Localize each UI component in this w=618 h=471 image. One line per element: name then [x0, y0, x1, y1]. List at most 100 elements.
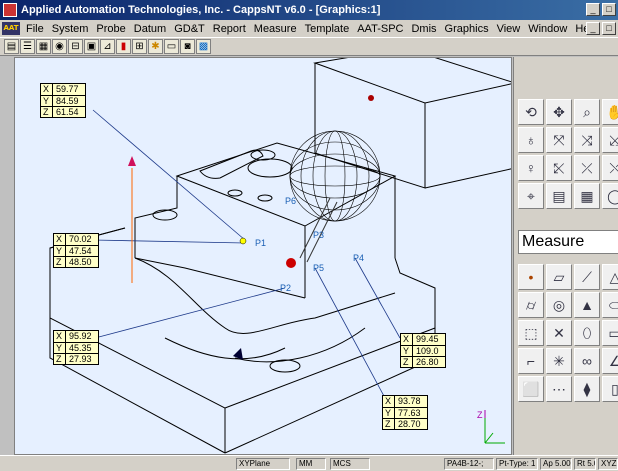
maximize-button[interactable]: □ [602, 3, 616, 16]
circle-feature-icon[interactable]: ◎ [546, 292, 572, 318]
pan-icon[interactable]: ✥ [546, 99, 572, 125]
menu-dmis[interactable]: Dmis [407, 23, 440, 35]
minimize-button[interactable]: _ [586, 3, 600, 16]
menu-gdt[interactable]: GD&T [170, 23, 209, 35]
coord-value: 109.0 [416, 346, 439, 356]
window-icon[interactable]: ▣ [84, 39, 99, 54]
capps-icon[interactable]: ▤ [546, 183, 572, 209]
rect-icon[interactable]: ▭ [602, 320, 618, 346]
menu-view[interactable]: View [493, 23, 525, 35]
probe-up-icon[interactable]: ♁ [518, 127, 544, 153]
slot-icon[interactable]: ⬭ [602, 292, 618, 318]
list-icon[interactable]: ☰ [20, 39, 35, 54]
axis-y-icon[interactable]: ⤨ [574, 127, 600, 153]
coord-value: 99.45 [416, 334, 439, 344]
menu-window[interactable]: Window [524, 23, 571, 35]
mdi-minimize-button[interactable]: _ [586, 22, 600, 35]
axis-x-icon[interactable]: ⤧ [546, 127, 572, 153]
axis-zn-icon[interactable]: ⤬ [602, 155, 618, 181]
status-bar: XYPlane MM MCS PA4B-12-; Pt-Type: 1 Ap 5… [0, 455, 618, 471]
status-retract[interactable]: Rt 5.00 [574, 458, 596, 470]
axis-yn-icon[interactable]: ⤫ [574, 155, 600, 181]
menu-template[interactable]: Template [301, 23, 354, 35]
status-point-type[interactable]: Pt-Type: 1 [496, 458, 538, 470]
status-plane[interactable]: XYPlane [236, 458, 290, 470]
window-title: Applied Automation Technologies, Inc. - … [21, 4, 381, 16]
cone-icon[interactable]: △ [602, 264, 618, 290]
measure-mode-field[interactable]: Measure [518, 230, 618, 254]
rotate-icon[interactable]: ⟲ [518, 99, 544, 125]
ellipse-icon[interactable]: ⬯ [574, 320, 600, 346]
grid-icon[interactable]: ▦ [36, 39, 51, 54]
app-icon [3, 3, 17, 17]
chart-icon[interactable]: ⊿ [100, 39, 115, 54]
axis-xn-icon[interactable]: ⤪ [546, 155, 572, 181]
point-label-p2: P2 [280, 283, 292, 293]
point-label-p4: P4 [353, 253, 365, 263]
page-icon[interactable]: ▭ [164, 39, 179, 54]
cone-feature-icon[interactable]: ▲ [574, 292, 600, 318]
cube-icon[interactable]: ⬚ [518, 320, 544, 346]
angle-icon[interactable]: ∠ [602, 348, 618, 374]
view-tool-grid: ⟲ ✥ ⌕ ✋ ♁ ⤧ ⤨ ⤩ ♀ ⤪ ⤫ ⤬ ⌖ ▤ ▦ ◯ [518, 99, 618, 209]
star-feature-icon[interactable]: ✳ [546, 348, 572, 374]
axis-z-icon[interactable]: ⤩ [602, 127, 618, 153]
extra-icon[interactable]: ▯ [602, 376, 618, 402]
menu-system[interactable]: System [48, 23, 93, 35]
star-icon[interactable]: ✱ [148, 39, 163, 54]
mdi-restore-button[interactable]: □ [602, 22, 616, 35]
spline-icon[interactable]: ∞ [574, 348, 600, 374]
hand-icon[interactable]: ✋ [602, 99, 618, 125]
table-icon[interactable]: ⊞ [132, 39, 147, 54]
circle-icon[interactable]: ◯ [602, 183, 618, 209]
status-approach[interactable]: Ap 5.00 [540, 458, 572, 470]
menu-bar: AAT File System Probe Datum GD&T Report … [0, 20, 618, 37]
report-icon[interactable]: ▦ [574, 183, 600, 209]
cylinder-icon[interactable]: ⌭ [518, 292, 544, 318]
menu-report[interactable]: Report [209, 23, 250, 35]
point-icon[interactable]: • [518, 264, 544, 290]
coord-value: 61.54 [56, 107, 79, 117]
graphics-viewport[interactable]: X 59.77 Y 84.59 Z 61.54 X 70.02 Y 47.54 Z 48.5… [14, 57, 512, 455]
point-label-p3: P3 [313, 230, 325, 240]
status-units[interactable]: MM [296, 458, 326, 470]
status-mode[interactable]: XYZP [598, 458, 618, 470]
open-icon[interactable]: ▤ [4, 39, 19, 54]
status-coord-system[interactable]: MCS [330, 458, 370, 470]
measure-tool-grid: • ▱ ⟋ △ ⌭ ◎ ▲ ⬭ ⬚ ✕ ⬯ ▭ ⌐ ✳ ∞ ∠ ⬜ ⋯ ⧫ ▯ [518, 264, 618, 402]
grid-probe-icon[interactable]: ⌖ [518, 183, 544, 209]
coord-box-3: X 95.92 Y 45.35 Z 27.93 [53, 330, 99, 365]
coord-value: 26.80 [416, 357, 439, 367]
coord-box-2: X 70.02 Y 47.54 Z 48.50 [53, 233, 99, 268]
coord-value: 45.35 [69, 343, 92, 353]
coord-value: 28.70 [398, 419, 421, 429]
points-icon[interactable]: ⋯ [546, 376, 572, 402]
coord-value: 84.59 [56, 96, 79, 106]
zoom-icon[interactable]: ⌕ [574, 99, 600, 125]
palette-icon[interactable]: ▩ [196, 39, 211, 54]
menu-probe[interactable]: Probe [92, 23, 129, 35]
box-select-icon[interactable]: ⬜ [518, 376, 544, 402]
measure-icon[interactable]: ⊟ [68, 39, 83, 54]
menu-aat-spc[interactable]: AAT-SPC [353, 23, 407, 35]
edge-icon[interactable]: ⌐ [518, 348, 544, 374]
curve-icon[interactable]: ✕ [546, 320, 572, 346]
probe-icon[interactable]: ◉ [52, 39, 67, 54]
probe-down-icon[interactable]: ♀ [518, 155, 544, 181]
menu-graphics[interactable]: Graphics [441, 23, 493, 35]
status-probe[interactable]: PA4B-12-; [444, 458, 494, 470]
camera-icon[interactable]: ◙ [180, 39, 195, 54]
line-icon[interactable]: ⟋ [574, 264, 600, 290]
coord-box-4: X 99.45 Y 109.0 Z 26.80 [400, 333, 446, 368]
title-bar: Applied Automation Technologies, Inc. - … [0, 0, 618, 20]
coord-value: 27.93 [69, 354, 92, 364]
menu-file[interactable]: File [22, 23, 48, 35]
menu-datum[interactable]: Datum [130, 23, 170, 35]
thermometer-icon[interactable]: ▮ [116, 39, 131, 54]
plane-icon[interactable]: ▱ [546, 264, 572, 290]
point-label-p5: P5 [313, 263, 325, 273]
surface-icon[interactable]: ⧫ [574, 376, 600, 402]
menu-measure[interactable]: Measure [250, 23, 301, 35]
coord-box-1: X 59.77 Y 84.59 Z 61.54 [40, 83, 86, 118]
aat-logo-icon[interactable]: AAT [2, 22, 20, 35]
